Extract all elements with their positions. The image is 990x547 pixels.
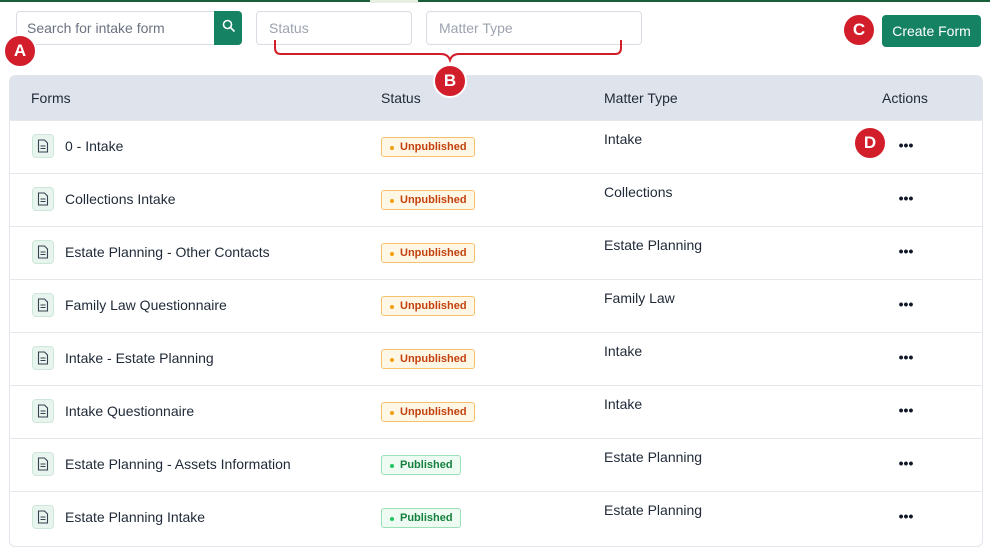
document-icon [32,505,54,529]
form-name-link[interactable]: Estate Planning - Assets Information [65,456,291,472]
status-badge: Unpublished [381,402,475,422]
document-icon [32,134,54,158]
form-name-link[interactable]: Collections Intake [65,191,176,207]
status-badge: Published [381,508,461,528]
table-row[interactable]: 0 - Intake Unpublished Intake ••• [10,120,982,173]
matter-type: Estate Planning [604,237,703,253]
matter-type: Collections [604,184,673,200]
search-button[interactable] [214,11,242,45]
matter-type: Estate Planning [604,449,703,465]
header-matter-type: Matter Type [604,90,678,106]
status-badge: Unpublished [381,296,475,316]
table-row[interactable]: Estate Planning Intake Published Estate … [10,491,982,544]
row-actions-menu-icon[interactable]: ••• [896,294,916,314]
form-name-link[interactable]: Intake - Estate Planning [65,350,214,366]
document-icon [32,240,54,264]
matter-type: Family Law [604,290,675,306]
row-actions-menu-icon[interactable]: ••• [896,188,916,208]
matter-type: Intake [604,343,643,359]
document-icon [32,346,54,370]
row-actions-menu-icon[interactable]: ••• [896,453,916,473]
table-row[interactable]: Estate Planning - Assets Information Pub… [10,438,982,491]
document-icon [32,187,54,211]
top-border [0,0,990,2]
matter-type-filter-placeholder: Matter Type [439,20,513,36]
document-icon [32,452,54,476]
form-name-link[interactable]: 0 - Intake [65,138,123,154]
status-badge: Unpublished [381,137,475,157]
row-actions-menu-icon[interactable]: ••• [896,506,916,526]
form-name-link[interactable]: Estate Planning Intake [65,509,205,525]
table-row[interactable]: Family Law Questionnaire Unpublished Fam… [10,279,982,332]
row-actions-menu-icon[interactable]: ••• [896,400,916,420]
top-border-accent [370,0,418,3]
callout-d: D [853,126,887,160]
status-badge: Unpublished [381,349,475,369]
form-name-link[interactable]: Family Law Questionnaire [65,297,227,313]
status-badge: Published [381,455,461,475]
create-form-button[interactable]: Create Form [882,15,981,47]
table-row[interactable]: Intake - Estate Planning Unpublished Int… [10,332,982,385]
table-row[interactable]: Intake Questionnaire Unpublished Intake … [10,385,982,438]
table-header: Forms Status Matter Type Actions [10,76,982,120]
document-icon [32,399,54,423]
callout-b: B [433,64,467,98]
document-icon [32,293,54,317]
matter-type: Intake [604,396,643,412]
search-input[interactable] [16,11,214,45]
callout-a: A [3,34,37,68]
search-bar [16,11,242,45]
forms-table: Forms Status Matter Type Actions 0 - Int… [9,75,983,547]
table-row[interactable]: Estate Planning - Other Contacts Unpubli… [10,226,982,279]
header-actions: Actions [882,90,928,106]
status-filter-placeholder: Status [269,20,309,36]
status-badge: Unpublished [381,243,475,263]
row-actions-menu-icon[interactable]: ••• [896,347,916,367]
status-badge: Unpublished [381,190,475,210]
header-status: Status [381,90,421,106]
matter-type: Estate Planning [604,502,703,518]
search-icon [222,19,235,37]
header-forms: Forms [31,90,71,106]
callout-c: C [842,13,876,47]
form-name-link[interactable]: Estate Planning - Other Contacts [65,244,270,260]
matter-type: Intake [604,131,643,147]
row-actions-menu-icon[interactable]: ••• [896,135,916,155]
form-name-link[interactable]: Intake Questionnaire [65,403,194,419]
row-actions-menu-icon[interactable]: ••• [896,241,916,261]
table-row[interactable]: Collections Intake Unpublished Collectio… [10,173,982,226]
